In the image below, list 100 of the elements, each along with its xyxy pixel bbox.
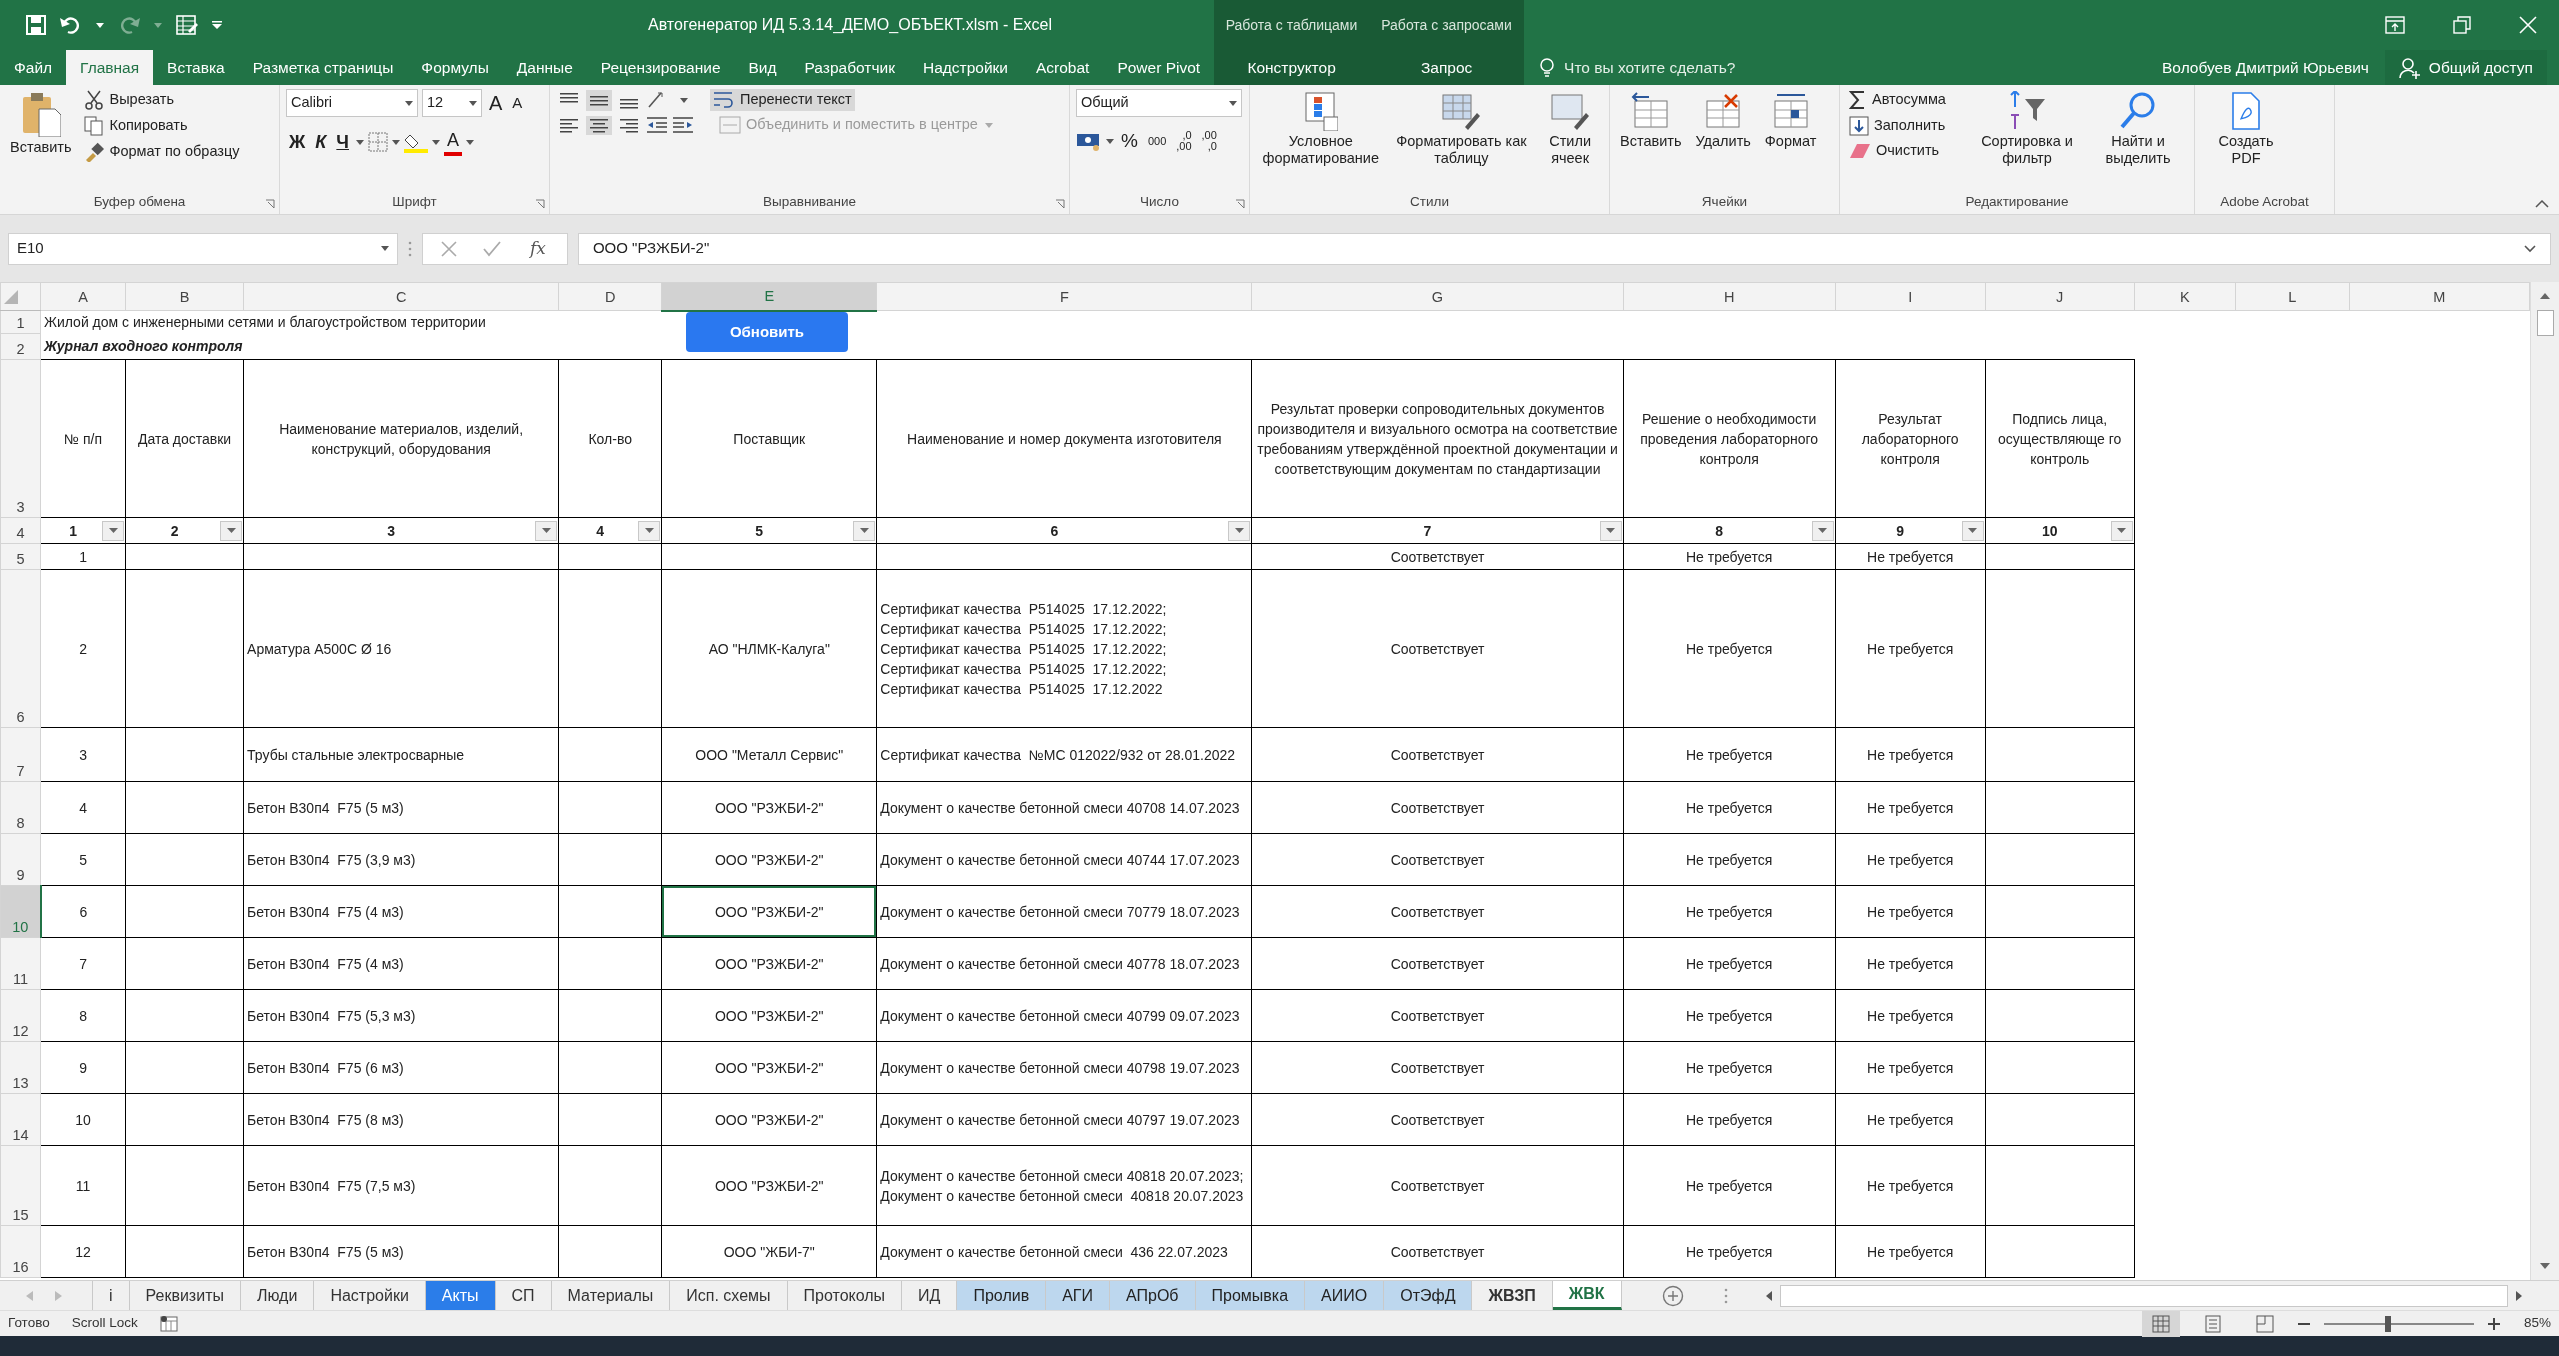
column-header[interactable]: M — [2349, 282, 2530, 311]
column-header[interactable]: C — [243, 282, 559, 311]
format-as-table-button[interactable]: Форматировать как таблицу — [1391, 89, 1532, 170]
zoom-in-icon[interactable] — [2487, 1317, 2500, 1330]
filter-button[interactable] — [1228, 520, 1251, 541]
ribbon-tab[interactable]: Вид — [734, 50, 791, 85]
shrink-font-button[interactable]: A — [509, 93, 526, 113]
refresh-button[interactable]: Обновить — [686, 312, 848, 352]
clear-button[interactable]: Очистить — [1846, 141, 1966, 161]
launcher-icon[interactable] — [1235, 199, 1245, 209]
format-cells-button[interactable]: Формат — [1760, 89, 1821, 153]
column-header[interactable]: G — [1251, 282, 1624, 311]
ribbon-tab[interactable]: Данные — [502, 50, 587, 85]
launcher-icon[interactable] — [1055, 199, 1065, 209]
grow-font-button[interactable]: A — [486, 90, 506, 116]
column-header[interactable]: K — [2134, 282, 2236, 311]
filter-button[interactable] — [1811, 520, 1834, 541]
filter-button[interactable] — [102, 520, 125, 541]
insert-cells-button[interactable]: Вставить — [1616, 89, 1686, 153]
fill-button[interactable]: Заполнить — [1846, 115, 1966, 137]
row-header[interactable]: 9 — [0, 833, 41, 886]
sheet-tab[interactable]: Промывка — [1195, 1281, 1306, 1310]
column-header[interactable]: J — [1985, 282, 2135, 311]
row-header[interactable]: 7 — [0, 727, 41, 782]
font-size-field[interactable]: 12 — [422, 89, 482, 117]
form-icon[interactable] — [176, 15, 198, 35]
ribbon-tab[interactable]: Конструктор — [1214, 50, 1370, 85]
column-header[interactable]: B — [125, 282, 244, 311]
ribbon-tab[interactable]: Формулы — [407, 50, 503, 85]
check-icon[interactable] — [483, 240, 501, 257]
row-header[interactable]: 1 — [0, 310, 41, 334]
create-pdf-button[interactable]: Создать PDF — [2201, 89, 2291, 170]
row-header[interactable]: 16 — [0, 1225, 41, 1278]
insert-function-button[interactable]: fx — [527, 237, 549, 260]
scrollbar-thumb[interactable] — [2536, 310, 2554, 336]
paste-button[interactable]: Вставить — [6, 89, 76, 159]
macro-record-icon[interactable] — [159, 1314, 180, 1333]
wrap-text-button[interactable]: Перенести текст — [710, 89, 855, 111]
row-header[interactable]: 2 — [0, 333, 41, 360]
column-header[interactable]: A — [40, 282, 126, 311]
decimal-button[interactable]: ,00 ,0 — [1198, 129, 1220, 154]
row-header[interactable]: 4 — [0, 517, 41, 544]
align-button[interactable] — [586, 115, 612, 135]
row-header[interactable]: 5 — [0, 543, 41, 570]
customize-icon[interactable] — [212, 21, 222, 29]
autosum-button[interactable]: Автосумма — [1846, 89, 1966, 111]
filter-button[interactable] — [1599, 520, 1622, 541]
formula-field[interactable]: ООО "РЗЖБИ-2" — [577, 232, 2551, 265]
filter-button[interactable] — [638, 520, 661, 541]
collapse-ribbon-icon[interactable] — [2535, 200, 2549, 208]
cut-button[interactable]: Вырезать — [81, 89, 273, 111]
filter-button[interactable] — [1961, 520, 1984, 541]
ribbon-tab[interactable]: Запрос — [1369, 50, 1525, 85]
row-header[interactable]: 6 — [0, 569, 41, 728]
conditional-format-button[interactable]: Условное форматирование — [1256, 89, 1386, 170]
ribbon-tab[interactable]: Вставка — [153, 50, 239, 85]
save-icon[interactable] — [26, 15, 46, 35]
share-button[interactable]: Общий доступ — [2384, 50, 2547, 85]
ribbon-display-icon[interactable] — [2385, 16, 2405, 34]
slider-thumb[interactable] — [2385, 1315, 2392, 1332]
ribbon-tab[interactable]: Надстройки — [908, 50, 1022, 85]
find-select-button[interactable]: Найти и выделить — [2088, 89, 2188, 170]
column-header[interactable]: F — [876, 282, 1252, 311]
sheet-tab[interactable]: АИИО — [1305, 1281, 1385, 1310]
copy-button[interactable]: Копировать — [81, 115, 273, 137]
ribbon-tab[interactable]: Разметка страницы — [238, 50, 408, 85]
restore-icon[interactable] — [2453, 16, 2471, 34]
bold-button[interactable]: Ж — [286, 130, 309, 155]
column-header[interactable]: D — [558, 282, 662, 311]
row-header[interactable]: 15 — [0, 1145, 41, 1226]
ribbon-tab[interactable]: Разработчик — [790, 50, 909, 85]
italic-button[interactable]: К — [312, 130, 330, 155]
font-field[interactable]: Calibri — [286, 89, 418, 117]
align-button[interactable] — [586, 89, 612, 111]
column-header[interactable]: I — [1835, 282, 1986, 311]
column-header[interactable]: E — [661, 282, 877, 311]
number-format-field[interactable]: Общий — [1076, 89, 1242, 117]
cell-styles-button[interactable]: Стили ячеек — [1537, 89, 1603, 170]
column-header[interactable]: L — [2235, 282, 2350, 311]
format-painter-button[interactable]: Формат по образцу — [81, 141, 273, 163]
ribbon-tab[interactable]: Acrobat — [1022, 50, 1104, 85]
sheet-tab[interactable]: АГИ — [1046, 1281, 1110, 1310]
row-header[interactable]: 11 — [0, 937, 41, 990]
ribbon-tab[interactable]: Файл — [0, 50, 67, 85]
ribbon-tab[interactable]: Рецензирование — [586, 50, 735, 85]
expand-icon[interactable] — [2524, 244, 2536, 253]
column-header[interactable]: H — [1623, 282, 1836, 311]
scrollbar-thumb[interactable] — [1779, 1284, 2508, 1307]
font-color-button[interactable]: A — [444, 129, 463, 156]
launcher-icon[interactable] — [535, 199, 545, 209]
close-icon[interactable] — [2519, 16, 2537, 34]
currency-icon[interactable] — [1076, 131, 1102, 152]
indent-icon[interactable] — [672, 116, 694, 134]
filter-button[interactable] — [220, 520, 243, 541]
outdent-icon[interactable] — [646, 116, 668, 134]
row-header[interactable]: 3 — [0, 359, 41, 518]
user-name[interactable]: Волобуев Дмитрий Юрьевич — [2162, 50, 2385, 85]
add-sheet-icon[interactable] — [1661, 1284, 1684, 1307]
undo-icon[interactable] — [60, 16, 82, 34]
filter-button[interactable] — [2110, 520, 2133, 541]
